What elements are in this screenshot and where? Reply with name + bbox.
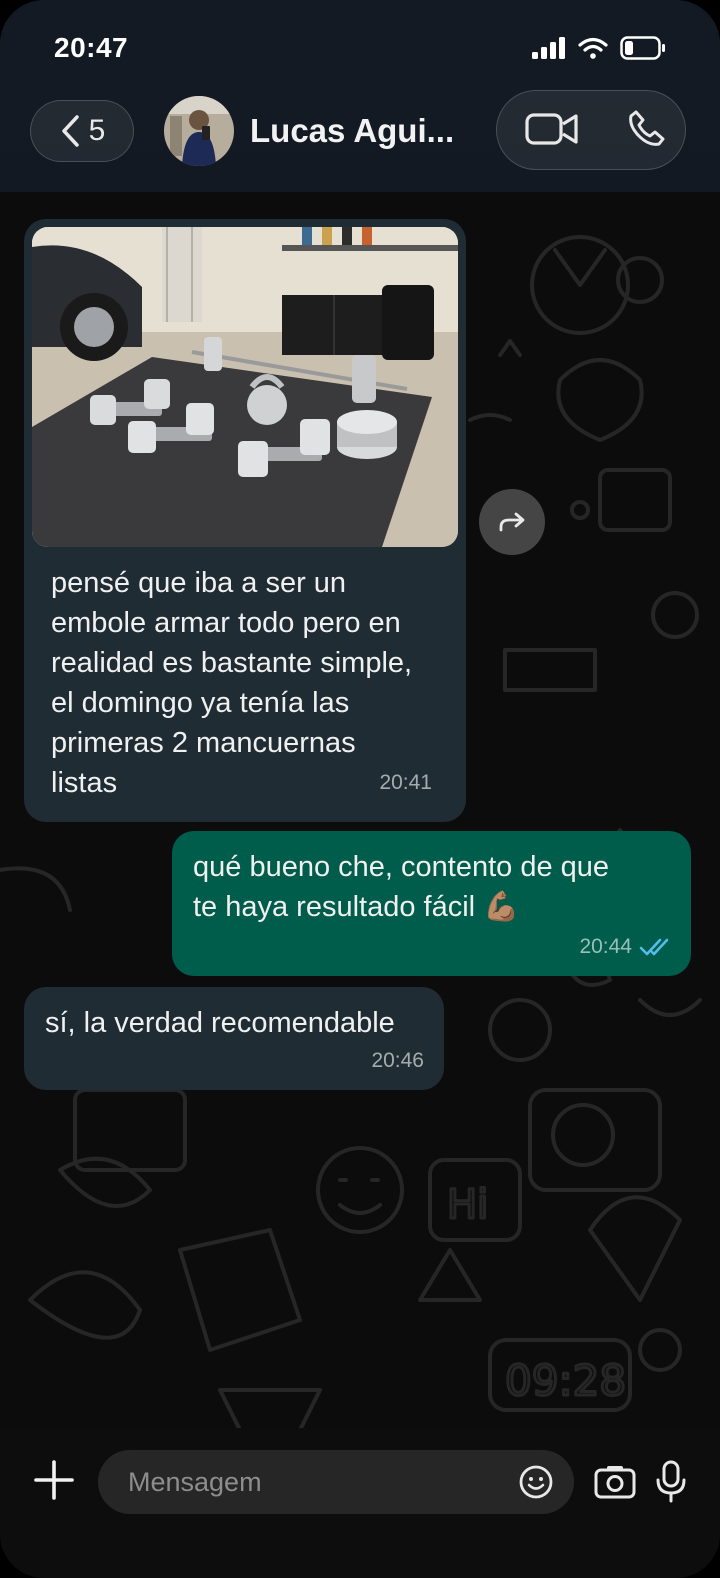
microphone-icon <box>656 1460 686 1503</box>
forward-button[interactable] <box>479 489 545 555</box>
phone-screen: Hi 09:28 20:47 5 Lucas Agui... pensé que… <box>0 0 720 1578</box>
message-line: sí, la verdad recomendable <box>45 1007 395 1039</box>
read-receipt-icon <box>639 938 669 956</box>
camera-icon <box>594 1466 636 1499</box>
cellular-signal-icon <box>532 37 565 59</box>
back-button[interactable]: 5 <box>30 100 134 162</box>
chevron-left-icon <box>61 115 79 147</box>
attach-button[interactable] <box>32 1458 76 1507</box>
voice-message-button[interactable] <box>654 1460 688 1509</box>
forward-icon <box>499 512 525 532</box>
input-bar <box>0 1428 720 1578</box>
message-line: te haya resultado fácil 💪🏽 <box>193 891 520 923</box>
message-line: realidad es bastante simple, <box>51 647 413 679</box>
message-incoming-photo[interactable]: pensé que iba a ser un embole armar todo… <box>24 219 466 822</box>
message-outgoing[interactable]: qué bueno che, contento de que te haya r… <box>172 831 691 976</box>
message-input[interactable] <box>98 1450 574 1514</box>
svg-text:09:28: 09:28 <box>505 1356 626 1405</box>
sticker-icon <box>519 1465 553 1499</box>
wifi-icon <box>578 37 608 59</box>
status-time: 20:47 <box>54 32 129 63</box>
message-text: pensé que iba a ser un embole armar todo… <box>51 563 451 803</box>
message-line: primeras 2 mancuernas <box>51 727 356 759</box>
video-call-icon <box>525 113 578 145</box>
camera-button[interactable] <box>594 1464 636 1505</box>
message-line: embole armar todo pero en <box>51 607 401 639</box>
message-incoming[interactable]: sí, la verdad recomendable 20:46 <box>24 987 444 1090</box>
video-call-button[interactable] <box>525 111 579 152</box>
battery-icon <box>620 36 665 60</box>
sticker-button[interactable] <box>518 1464 554 1505</box>
message-text: qué bueno che, contento de que te haya r… <box>193 847 673 927</box>
message-time: 20:46 <box>371 1049 424 1072</box>
message-text: sí, la verdad recomendable <box>45 1003 435 1043</box>
call-buttons <box>496 90 686 170</box>
message-line: qué bueno che, contento de que <box>193 851 610 883</box>
status-bar: 20:47 <box>0 0 720 90</box>
chat-header: 5 Lucas Agui... <box>0 88 720 192</box>
phone-icon <box>629 110 665 146</box>
svg-text:Hi: Hi <box>447 1182 488 1228</box>
voice-call-button[interactable] <box>627 109 665 152</box>
message-time: 20:44 <box>579 935 632 958</box>
status-icons <box>532 36 666 60</box>
avatar[interactable] <box>164 96 234 166</box>
contact-name[interactable]: Lucas Agui... <box>250 112 454 150</box>
shared-photo[interactable] <box>32 227 458 547</box>
message-line: el domingo ya tenía las <box>51 687 350 719</box>
message-time: 20:41 <box>379 771 432 794</box>
plus-icon <box>34 1460 74 1500</box>
unread-count: 5 <box>88 114 106 147</box>
message-line: pensé que iba a ser un <box>51 567 347 599</box>
